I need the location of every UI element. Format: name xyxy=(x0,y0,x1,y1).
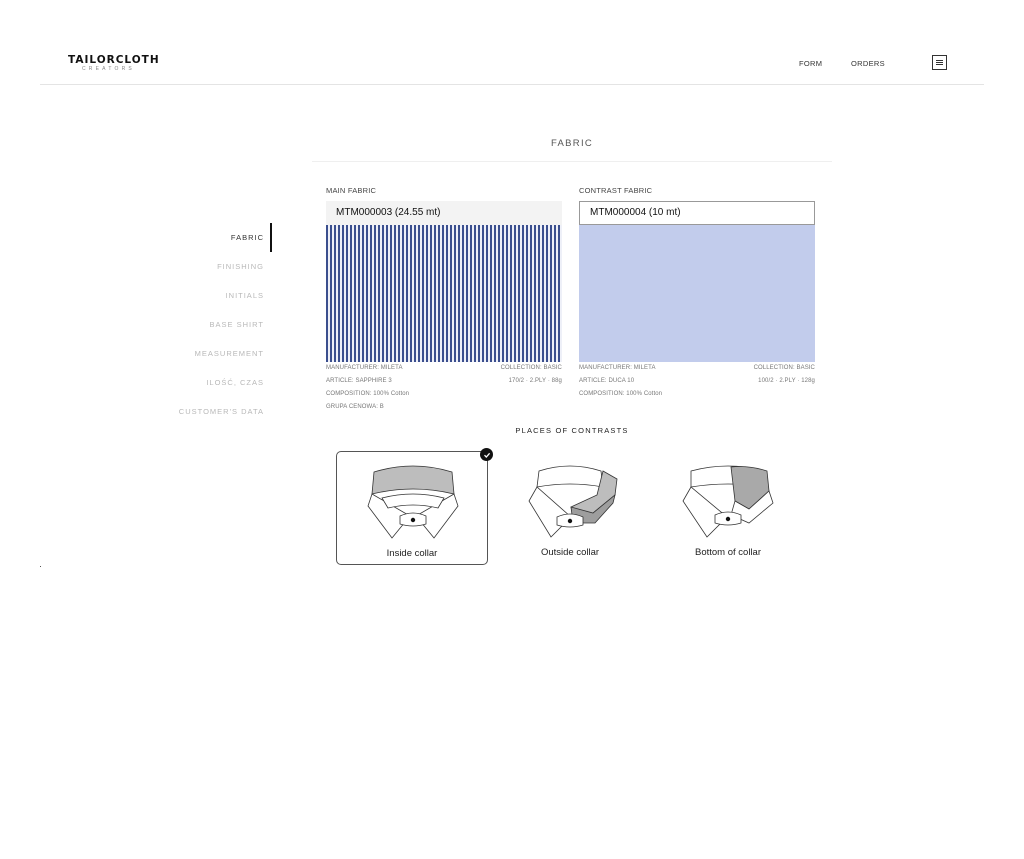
contrast-fabric-spec: 100/2 · 2.PLY · 128g xyxy=(758,378,815,384)
contrast-fabric-swatch xyxy=(579,225,815,362)
option-outside-collar[interactable]: Outside collar xyxy=(494,451,646,565)
stray-dot xyxy=(40,566,41,567)
option-bottom-collar[interactable]: Bottom of collar xyxy=(652,451,804,565)
contrast-fabric-composition: COMPOSITION: 100% Cotton xyxy=(579,391,663,397)
nav-form-link[interactable]: FORM xyxy=(799,59,822,68)
outside-collar-icon xyxy=(528,465,618,538)
sidebar-item-fabric[interactable]: FABRIC xyxy=(160,223,272,252)
sidebar-item-initials[interactable]: INITIALS xyxy=(160,281,272,310)
brand-logo[interactable]: TAILORCLOTH CREATORS xyxy=(68,54,160,73)
contrast-fabric-collection: COLLECTION: BASIC xyxy=(753,365,815,371)
brand-name: TAILORCLOTH xyxy=(68,54,160,66)
sidebar-nav: FABRIC FINISHING INITIALS BASE SHIRT MEA… xyxy=(160,223,272,426)
option-outside-collar-label: Outside collar xyxy=(540,547,600,558)
places-of-contrasts-title: PLACES OF CONTRASTS xyxy=(515,426,629,435)
inside-collar-icon xyxy=(367,465,459,539)
bottom-collar-icon xyxy=(682,465,774,538)
sidebar-item-quantity-time[interactable]: ILOŚĆ, CZAS xyxy=(160,368,272,397)
main-fabric-price-group: GRUPA CENOWA: B xyxy=(326,404,384,410)
main-fabric-swatch xyxy=(326,225,562,362)
option-bottom-collar-label: Bottom of collar xyxy=(695,547,761,558)
main-fabric-label: MAIN FABRIC xyxy=(326,186,377,195)
sidebar-item-base-shirt[interactable]: BASE SHIRT xyxy=(160,310,272,339)
page-title: FABRIC xyxy=(550,138,594,149)
main-fabric-collection: COLLECTION: BASIC xyxy=(500,365,562,371)
main-fabric-composition: COMPOSITION: 100% Cotton xyxy=(326,391,410,397)
option-inside-collar-label: Inside collar xyxy=(386,548,438,559)
title-divider xyxy=(312,161,832,162)
sidebar-item-customers-data[interactable]: CUSTOMER'S DATA xyxy=(160,397,272,426)
hamburger-icon xyxy=(936,62,943,63)
nav-orders-link[interactable]: ORDERS xyxy=(851,59,885,68)
option-inside-collar[interactable]: Inside collar xyxy=(336,448,493,565)
brand-tagline: CREATORS xyxy=(82,66,135,72)
main-fabric-spec: 170/2 · 2.PLY · 88g xyxy=(508,378,562,384)
contrast-fabric-label: CONTRAST FABRIC xyxy=(579,186,653,195)
main-fabric-select[interactable]: MTM000003 (24.55 mt) xyxy=(326,201,562,225)
menu-button[interactable] xyxy=(932,55,947,70)
contrast-fabric-select[interactable]: MTM000004 (10 mt) xyxy=(579,201,815,225)
sidebar-item-finishing[interactable]: FINISHING xyxy=(160,252,272,281)
checkmark-icon xyxy=(480,448,493,461)
sidebar-item-measurement[interactable]: MEASUREMENT xyxy=(160,339,272,368)
top-header: TAILORCLOTH CREATORS FORM ORDERS xyxy=(40,0,984,85)
